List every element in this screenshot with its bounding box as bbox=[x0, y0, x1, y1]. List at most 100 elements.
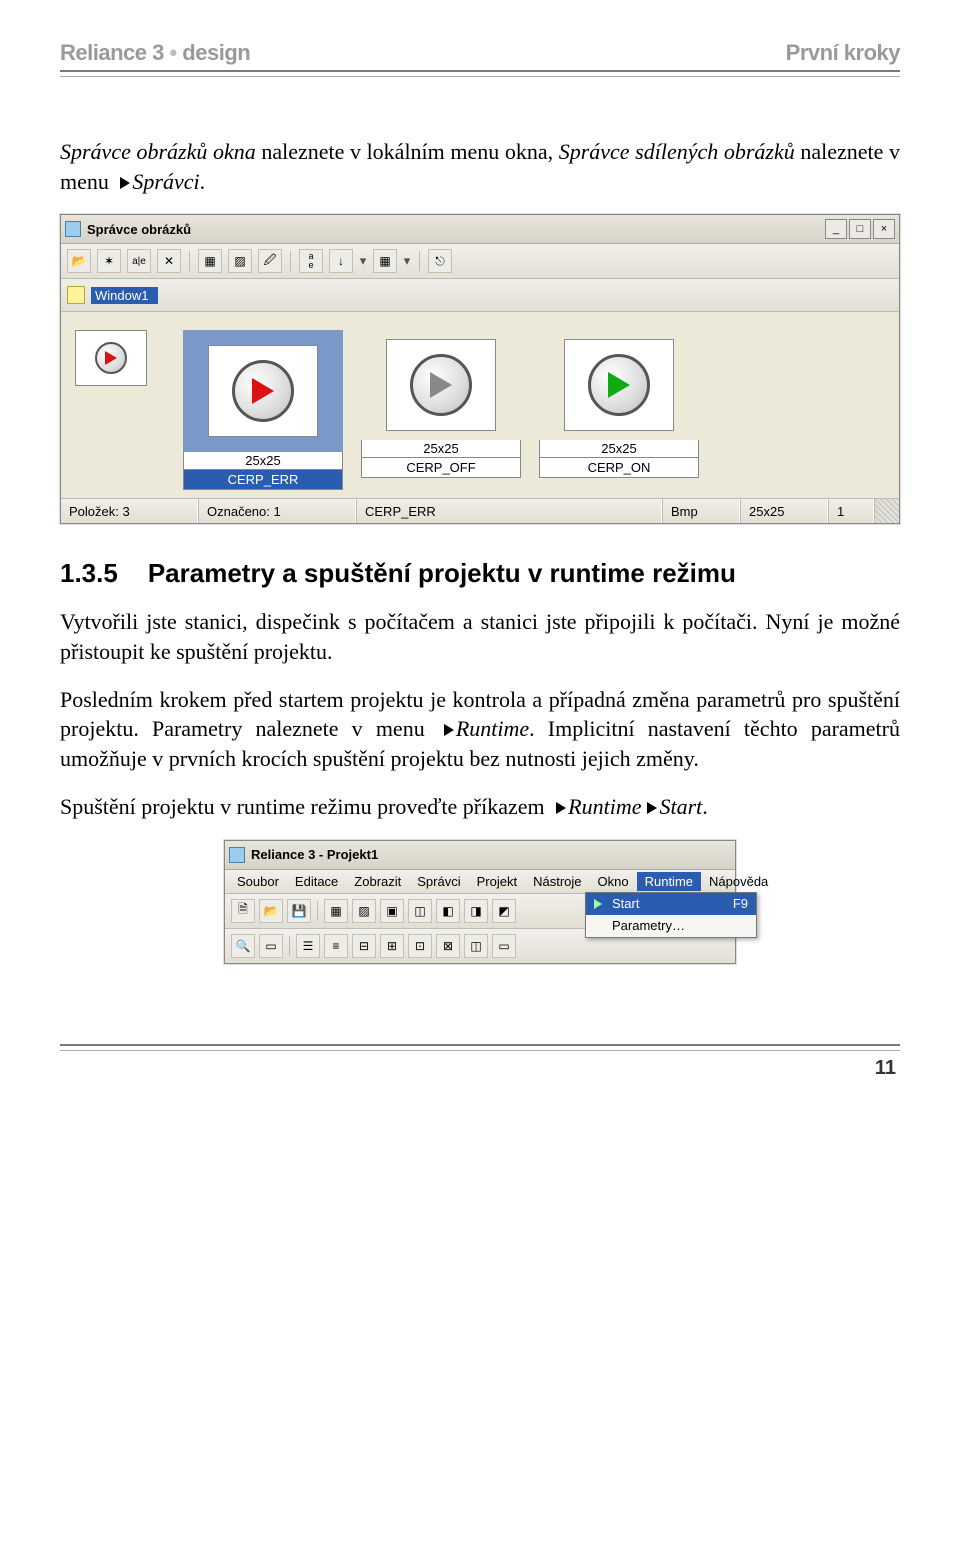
menu-item-parametry[interactable]: Parametry… bbox=[586, 915, 756, 937]
menu-zobrazit[interactable]: Zobrazit bbox=[346, 872, 409, 891]
paragraph-3: Spuštění projektu v runtime režimu prove… bbox=[60, 792, 900, 822]
window-title: Reliance 3 - Projekt1 bbox=[251, 847, 378, 862]
import-icon[interactable]: ▦ bbox=[198, 249, 222, 273]
thumb-name: CERP_ON bbox=[539, 458, 699, 478]
save-icon[interactable]: 💾 bbox=[287, 899, 311, 923]
minimize-button[interactable]: _ bbox=[825, 219, 847, 239]
align-icon[interactable]: ◫ bbox=[464, 934, 488, 958]
new-project-icon[interactable]: 🗎 bbox=[231, 899, 255, 923]
rename-icon[interactable]: a|e bbox=[127, 249, 151, 273]
menu-arrow-icon bbox=[444, 724, 454, 736]
thumb-size: 25x25 bbox=[183, 452, 343, 470]
menu-napoveda[interactable]: Nápověda bbox=[701, 872, 776, 891]
align-icon[interactable]: ⊞ bbox=[380, 934, 404, 958]
layout-icon[interactable]: ▭ bbox=[259, 934, 283, 958]
thumbnail-item[interactable]: 25x25 CERP_OFF bbox=[361, 330, 521, 490]
letters-icon[interactable]: ae bbox=[299, 249, 323, 273]
status-extra: 1 bbox=[828, 499, 874, 523]
tool-icon[interactable]: ▦ bbox=[324, 899, 348, 923]
dropdown-arrow-icon[interactable]: ▾ bbox=[403, 253, 411, 269]
align-icon[interactable]: ☰ bbox=[296, 934, 320, 958]
menu-arrow-icon bbox=[556, 802, 566, 814]
align-icon[interactable]: ⊟ bbox=[352, 934, 376, 958]
play-icon bbox=[590, 896, 606, 912]
header-chapter: První kroky bbox=[786, 40, 900, 66]
align-icon[interactable]: ⊠ bbox=[436, 934, 460, 958]
section-title: Parametry a spuštění projektu v runtime … bbox=[148, 558, 736, 589]
header-sep: • bbox=[169, 40, 176, 65]
blank-icon bbox=[590, 918, 606, 934]
new-icon[interactable]: ✶ bbox=[97, 249, 121, 273]
play-icon bbox=[608, 372, 630, 398]
tool-icon[interactable]: ▣ bbox=[380, 899, 404, 923]
export-icon[interactable]: ▨ bbox=[228, 249, 252, 273]
align-icon[interactable]: ≡ bbox=[324, 934, 348, 958]
status-size: 25x25 bbox=[740, 499, 828, 523]
toolbar-separator bbox=[189, 251, 190, 271]
play-icon bbox=[430, 372, 452, 398]
window-icon bbox=[67, 286, 85, 304]
tool-icon[interactable]: ▨ bbox=[352, 899, 376, 923]
tree-item-selected[interactable]: Window1 bbox=[91, 287, 158, 304]
resize-grip-icon[interactable] bbox=[874, 499, 899, 523]
toolbar: 📂 ✶ a|e ✕ ▦ ▨ 🖉 ae ↓ ▾ ▦ ▾ ⎋ bbox=[61, 244, 899, 279]
delete-icon[interactable]: ✕ bbox=[157, 249, 181, 273]
thumb-name: CERP_OFF bbox=[361, 458, 521, 478]
maximize-button[interactable]: □ bbox=[849, 219, 871, 239]
toolbar-separator bbox=[419, 251, 420, 271]
tool-icon[interactable]: ◧ bbox=[436, 899, 460, 923]
section-number: 1.3.5 bbox=[60, 558, 118, 589]
menu-arrow-icon bbox=[120, 177, 130, 189]
play-icon bbox=[252, 378, 274, 404]
thumb-size: 25x25 bbox=[361, 440, 521, 458]
toolbar-separator bbox=[317, 901, 318, 921]
section-heading: 1.3.5 Parametry a spuštění projektu v ru… bbox=[60, 558, 900, 589]
window-titlebar: Správce obrázků _ □ × bbox=[61, 215, 899, 244]
menubar: Soubor Editace Zobrazit Správci Projekt … bbox=[225, 870, 735, 894]
menu-item-start[interactable]: Start F9 bbox=[586, 893, 756, 915]
menu-spravci[interactable]: Správci bbox=[409, 872, 468, 891]
edit-icon[interactable]: 🖉 bbox=[258, 249, 282, 273]
menu-runtime[interactable]: Runtime bbox=[637, 872, 701, 891]
thumbnail-area: 25x25 CERP_ERR 25x25 CERP_OFF 25x25 CERP… bbox=[61, 312, 899, 498]
runtime-popup-menu: Start F9 Parametry… bbox=[585, 892, 757, 938]
align-icon[interactable]: ▭ bbox=[492, 934, 516, 958]
app-icon bbox=[229, 847, 245, 863]
preview-thumb bbox=[75, 330, 147, 386]
paragraph-1: Vytvořili jste stanici, dispečink s počí… bbox=[60, 607, 900, 666]
header-rule bbox=[60, 70, 900, 77]
intro-paragraph: Správce obrázků okna naleznete v lokální… bbox=[60, 137, 900, 196]
zoom-icon[interactable]: 🔍 bbox=[231, 934, 255, 958]
thumbnail-item[interactable]: 25x25 CERP_ERR bbox=[183, 330, 343, 490]
status-selected: Označeno: 1 bbox=[198, 499, 356, 523]
grid-icon[interactable]: ▦ bbox=[373, 249, 397, 273]
statusbar: Položek: 3 Označeno: 1 CERP_ERR Bmp 25x2… bbox=[61, 498, 899, 523]
exit-icon[interactable]: ⎋ bbox=[428, 249, 452, 273]
tool-icon[interactable]: ◩ bbox=[492, 899, 516, 923]
header-product: Reliance 3 bbox=[60, 40, 164, 65]
align-icon[interactable]: ⊡ bbox=[408, 934, 432, 958]
menu-editace[interactable]: Editace bbox=[287, 872, 346, 891]
tool-icon[interactable]: ◨ bbox=[464, 899, 488, 923]
toolbar-separator bbox=[290, 251, 291, 271]
page-header: Reliance 3 • design První kroky bbox=[60, 40, 900, 70]
status-count: Položek: 3 bbox=[61, 499, 198, 523]
footer-rule bbox=[60, 1044, 900, 1051]
open-icon[interactable]: 📂 bbox=[259, 899, 283, 923]
close-button[interactable]: × bbox=[873, 219, 895, 239]
thumbnail-item[interactable]: 25x25 CERP_ON bbox=[539, 330, 699, 490]
tool-icon[interactable]: ◫ bbox=[408, 899, 432, 923]
page-number: 11 bbox=[60, 1051, 900, 1080]
status-name: CERP_ERR bbox=[356, 499, 662, 523]
pin-icon[interactable]: ↓ bbox=[329, 249, 353, 273]
status-type: Bmp bbox=[662, 499, 740, 523]
thumb-size: 25x25 bbox=[539, 440, 699, 458]
menu-nastroje[interactable]: Nástroje bbox=[525, 872, 589, 891]
menu-projekt[interactable]: Projekt bbox=[469, 872, 525, 891]
menu-soubor[interactable]: Soubor bbox=[229, 872, 287, 891]
folder-open-icon[interactable]: 📂 bbox=[67, 249, 91, 273]
screenshot-image-manager: Správce obrázků _ □ × 📂 ✶ a|e ✕ ▦ ▨ 🖉 ae… bbox=[60, 214, 900, 524]
menu-okno[interactable]: Okno bbox=[590, 872, 637, 891]
dropdown-arrow-icon[interactable]: ▾ bbox=[359, 253, 367, 269]
toolbar-separator bbox=[289, 936, 290, 956]
